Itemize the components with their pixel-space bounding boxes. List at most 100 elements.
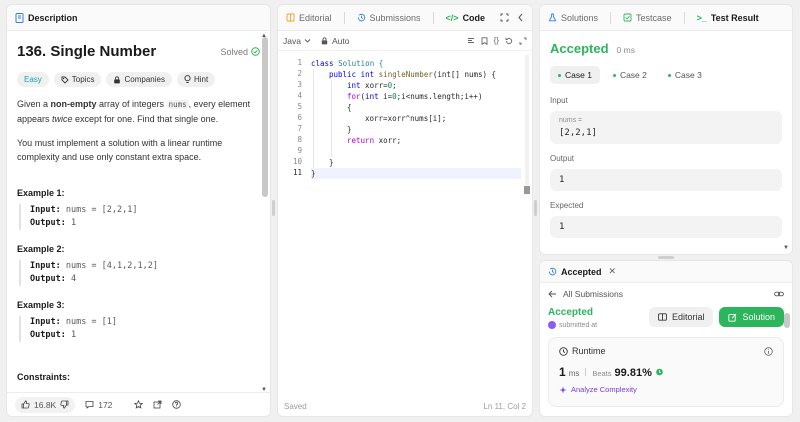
resize-handle-right[interactable]	[534, 200, 537, 216]
desc-bold: non-empty	[50, 99, 97, 109]
expected-label: Expected	[550, 201, 584, 210]
help-icon[interactable]	[172, 400, 182, 409]
example-title: Example 3:	[17, 300, 65, 310]
tab-separator	[343, 11, 345, 24]
submission-scrollbar[interactable]	[784, 313, 790, 328]
editorial-button-label: Editorial	[671, 312, 705, 322]
auto-mode[interactable]: Auto	[321, 35, 350, 46]
editorial-button[interactable]: Editorial	[648, 307, 714, 327]
line-number: 7	[297, 124, 302, 133]
result-header: Accepted 0 ms	[550, 41, 782, 56]
code-panel: Editorial Submissions </> Code Java Auto	[277, 4, 533, 417]
expand-icon[interactable]	[519, 36, 527, 45]
resize-handle-left[interactable]	[272, 200, 275, 216]
line-number: 10	[292, 157, 302, 166]
close-icon[interactable]: ✕	[609, 266, 617, 277]
star-icon[interactable]	[134, 400, 144, 409]
tab-submissions[interactable]: Submissions	[357, 13, 421, 23]
tab-separator	[683, 11, 685, 24]
line-number: 9	[297, 146, 302, 155]
pass-dot	[667, 73, 671, 77]
solution-button[interactable]: Solution	[719, 307, 784, 327]
code-tabbar: Editorial Submissions </> Code	[278, 5, 532, 31]
all-submissions-link[interactable]: All Submissions	[563, 289, 623, 299]
language-select[interactable]: Java	[283, 36, 311, 46]
code-line-current: }	[311, 168, 521, 179]
code-token: (int[] nums) {	[432, 70, 497, 79]
code-token: ;	[392, 81, 397, 90]
comment-count[interactable]: 172	[98, 400, 112, 410]
tab-testcase[interactable]: Testcase	[623, 13, 672, 23]
resize-handle-vertical[interactable]	[658, 256, 674, 259]
desc-text: except for one. Find that single one.	[72, 114, 219, 124]
analyze-complexity-label: Analyze Complexity	[571, 385, 637, 394]
tab-test-result[interactable]: >_ Test Result	[697, 13, 759, 23]
problem-title[interactable]: 136. Single Number	[17, 43, 156, 60]
analyze-complexity-link[interactable]: Analyze Complexity	[559, 385, 773, 394]
code-line: for(int i=0;i<nums.length;i++)	[347, 91, 482, 102]
tab-solutions[interactable]: Solutions	[548, 13, 598, 23]
arrow-left-icon[interactable]	[548, 290, 557, 298]
test-result-panel: Solutions Testcase >_ Test Result Accept…	[539, 4, 793, 255]
format-icon[interactable]	[467, 36, 475, 45]
lock-icon	[113, 75, 121, 84]
example-output-label: Output:	[30, 330, 66, 340]
chevron-left-icon[interactable]	[517, 13, 524, 22]
editor-scrollbar[interactable]	[525, 55, 529, 195]
clock-icon	[559, 346, 568, 356]
tab-description[interactable]: Description	[15, 12, 78, 23]
bookmark-icon[interactable]	[481, 36, 488, 45]
description-footer: 16.8K 172	[7, 392, 270, 416]
hint-label: Hint	[193, 75, 209, 84]
share-icon[interactable]	[153, 400, 162, 409]
editor-status-bar: Saved Ln 11, Col 2	[278, 396, 532, 416]
case-label: Case 2	[619, 70, 647, 80]
avatar	[548, 321, 556, 329]
book-icon	[658, 313, 667, 321]
tab-accepted[interactable]: Accepted ✕	[548, 266, 616, 277]
case-tab-1[interactable]: Case 1	[550, 66, 600, 84]
case-tab-2[interactable]: Case 2	[605, 66, 655, 84]
description-scrollbar[interactable]	[262, 37, 268, 197]
reset-icon[interactable]	[505, 36, 513, 45]
info-icon[interactable]	[764, 346, 773, 356]
tab-editorial[interactable]: Editorial	[286, 13, 332, 23]
description-paragraph-2: You must implement a solution with a lin…	[17, 138, 223, 162]
tab-description-label: Description	[28, 12, 78, 23]
scroll-up-icon[interactable]: ▲	[261, 33, 267, 39]
example-1: Example 1: Input: nums = [2,2,1] Output:…	[17, 188, 260, 230]
editor-scroll-thumb[interactable]	[524, 186, 530, 194]
link-icon[interactable]	[774, 290, 784, 298]
braces-icon[interactable]: {}	[494, 36, 499, 45]
hint-chip[interactable]: Hint	[176, 72, 216, 87]
runtime-stats: 1 ms Beats 99.81%	[559, 365, 773, 379]
topics-chip[interactable]: Topics	[53, 72, 102, 87]
line-number: 1	[297, 58, 302, 67]
code-editor[interactable]: 1 2 3 4 5 6 7 8 9 10 11 class Solution {…	[278, 51, 532, 411]
code-token: xorr;	[374, 136, 402, 145]
tab-code-label: Code	[462, 12, 486, 23]
example-output: 1	[70, 330, 77, 340]
thumbs-up-icon[interactable]	[21, 400, 30, 409]
example-input: nums = [2,2,1]	[65, 205, 138, 215]
code-token: singleNumber	[374, 70, 433, 79]
output-label: Output	[550, 154, 575, 163]
companies-chip[interactable]: Companies	[106, 72, 172, 87]
comment-icon[interactable]	[85, 400, 94, 409]
scroll-down-icon[interactable]: ▼	[783, 245, 789, 251]
tab-submissions-label: Submissions	[369, 12, 421, 23]
submitter: submitted at	[548, 321, 597, 329]
input-value: [2,2,1]	[559, 128, 597, 138]
code-line: class Solution {	[311, 58, 383, 69]
input-label: Input	[550, 96, 568, 105]
lock-icon	[321, 36, 328, 45]
case-tab-3[interactable]: Case 3	[660, 66, 710, 84]
tab-code[interactable]: </> Code	[446, 13, 486, 23]
desc-text: Given a	[17, 99, 51, 109]
example-box: Input: nums = [1] Output: 1	[19, 316, 260, 342]
description-panel: Description 136. Single Number Solved Ea…	[6, 4, 271, 417]
auto-label: Auto	[331, 35, 350, 46]
fullscreen-icon[interactable]	[500, 13, 509, 22]
thumbs-down-icon[interactable]	[60, 400, 69, 409]
divider	[585, 368, 587, 376]
